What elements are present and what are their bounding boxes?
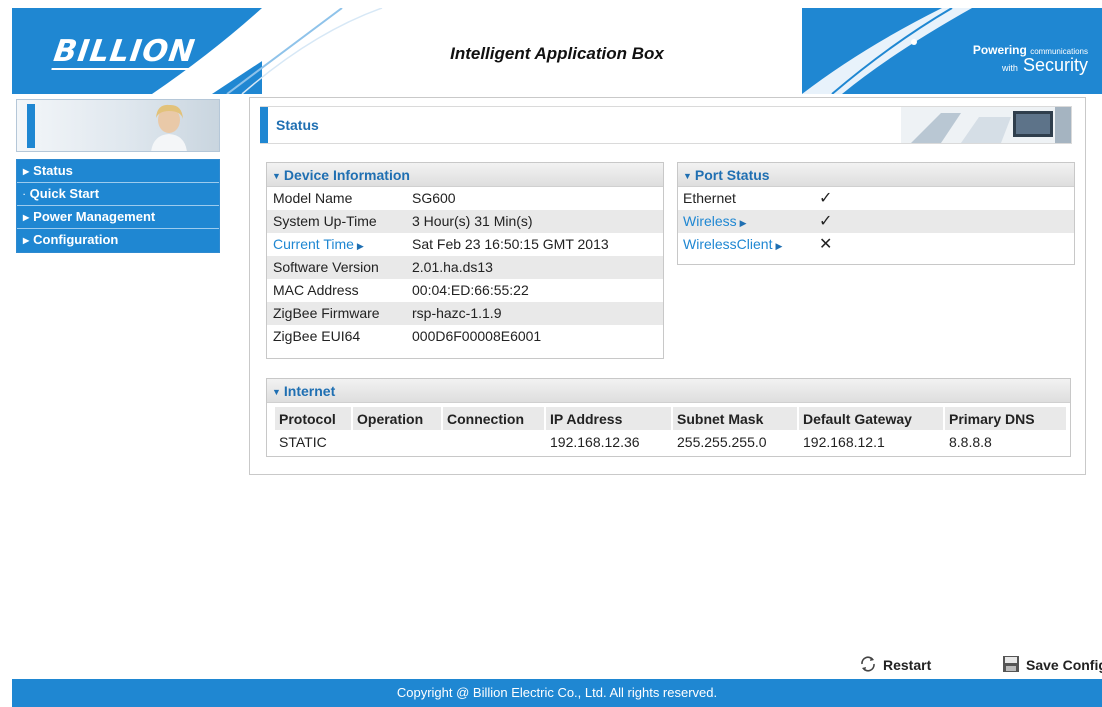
row-value: rsp-hazc-1.1.9 [412, 305, 502, 321]
column-header: Connection [443, 407, 544, 430]
header-banner: BILLION Intelligent Application Box Powe… [12, 8, 1102, 94]
tagline-security: Security [1022, 55, 1088, 75]
row-value: 2.01.ha.ds13 [412, 259, 493, 275]
footer: Copyright @ Billion Electric Co., Ltd. A… [12, 679, 1102, 707]
cross-icon: ✕ [819, 236, 833, 253]
wireless-client-link[interactable]: WirelessClient ▶ [683, 233, 782, 258]
row-label: ZigBee EUI64 [273, 328, 361, 344]
row-label: Ethernet [683, 190, 736, 206]
check-icon: ✓ [819, 190, 833, 207]
page-header: Status [260, 106, 1072, 144]
restart-button[interactable]: Restart [859, 655, 931, 673]
page-header-accent [260, 107, 268, 143]
row-value: Sat Feb 23 16:50:15 GMT 2013 [412, 236, 609, 252]
device-row-software-version: Software Version 2.01.ha.ds13 [267, 256, 663, 279]
wireless-link[interactable]: Wireless ▶ [683, 210, 747, 235]
device-information-header[interactable]: ▼ Device Information [267, 163, 663, 187]
device-row-model-name: Model Name SG600 [267, 187, 663, 210]
column-header: Operation [353, 407, 441, 430]
table-cell: 192.168.12.36 [550, 433, 640, 450]
row-label: Model Name [273, 190, 353, 206]
person-photo-icon [151, 104, 187, 151]
triangle-right-icon: ▶ [23, 236, 30, 245]
column-header: Protocol [275, 407, 351, 430]
table-cell: 8.8.8.8 [949, 433, 992, 450]
sidebar-banner-image [16, 99, 220, 152]
column-header: Default Gateway [799, 407, 943, 430]
triangle-down-icon: ▼ [683, 171, 692, 181]
triangle-right-icon: ▶ [356, 241, 364, 251]
table-cell [353, 430, 441, 453]
device-row-zigbee-eui64: ZigBee EUI64 000D6F00008E6001 [267, 325, 663, 348]
app-title: Intelligent Application Box [450, 44, 664, 63]
internet-table: Protocol Operation Connection IP Address… [273, 407, 1068, 453]
table-cell: 255.255.255.0 [677, 433, 767, 450]
sidebar-banner-accent [27, 104, 35, 148]
office-illustration-icon [901, 107, 1071, 143]
device-row-zigbee-firmware: ZigBee Firmware rsp-hazc-1.1.9 [267, 302, 663, 325]
device-information-panel: ▼ Device Information Model Name SG600 Syst… [266, 162, 664, 359]
triangle-right-icon: ▶ [23, 213, 30, 222]
nav-item-label: Power Management [33, 209, 156, 224]
nav-item-quick-start[interactable]: · Quick Start [17, 183, 219, 206]
table-cell: 192.168.12.1 [803, 433, 885, 450]
port-status-panel: ▼ Port Status Ethernet ✓ Wireless ▶ ✓ Wirele… [677, 162, 1075, 265]
nav-item-status[interactable]: ▶ Status [17, 160, 219, 183]
internet-title: Internet [283, 383, 336, 399]
save-config-label: Save Config [1026, 657, 1102, 673]
nav-item-label: Quick Start [29, 186, 100, 201]
row-label: WirelessClient [683, 236, 773, 252]
table-cell [443, 430, 544, 453]
row-label: System Up-Time [273, 213, 377, 229]
table-header-row: Protocol Operation Connection IP Address… [275, 407, 1066, 430]
port-status-header[interactable]: ▼ Port Status [678, 163, 1074, 187]
copyright-text: Copyright @ Billion Electric Co., Ltd. A… [396, 685, 718, 700]
check-icon: ✓ [819, 213, 833, 230]
page-title: Status [276, 117, 319, 133]
device-row-mac-address: MAC Address 00:04:ED:66:55:22 [267, 279, 663, 302]
row-label: MAC Address [273, 282, 359, 298]
column-header: IP Address [546, 407, 671, 430]
device-information-title: Device Information [283, 167, 410, 183]
triangle-down-icon: ▼ [272, 387, 281, 397]
internet-header[interactable]: ▼ Internet [267, 379, 1070, 403]
triangle-right-icon: ▶ [739, 218, 747, 228]
row-label: Current Time [273, 236, 354, 252]
port-status-title: Port Status [694, 167, 770, 183]
triangle-down-icon: ▼ [272, 171, 281, 181]
nav-item-power-management[interactable]: ▶ Power Management [17, 206, 219, 229]
triangle-right-icon: ▶ [775, 241, 783, 251]
row-label: Software Version [273, 259, 379, 275]
device-row-uptime: System Up-Time 3 Hour(s) 31 Min(s) [267, 210, 663, 233]
dot-icon: · [23, 190, 26, 199]
nav-item-label: Configuration [33, 232, 119, 247]
save-config-button[interactable]: Save Config [1002, 655, 1102, 673]
row-value: 000D6F00008E6001 [412, 328, 542, 344]
row-value: 00:04:ED:66:55:22 [412, 282, 529, 298]
table-cell: STATIC [279, 433, 327, 450]
triangle-right-icon: ▶ [23, 167, 30, 176]
tagline-with: with [1001, 63, 1018, 73]
port-row-wireless-client: WirelessClient ▶ ✕ [678, 233, 1074, 256]
row-value: SG600 [412, 190, 456, 206]
port-row-ethernet: Ethernet ✓ [678, 187, 1074, 210]
restart-label: Restart [883, 657, 932, 673]
nav-item-configuration[interactable]: ▶ Configuration [17, 229, 219, 252]
row-label: Wireless [683, 213, 737, 229]
row-label: ZigBee Firmware [273, 305, 380, 321]
port-row-wireless: Wireless ▶ ✓ [678, 210, 1074, 233]
current-time-link[interactable]: Current Time ▶ [273, 233, 364, 258]
left-nav: ▶ Status · Quick Start ▶ Power Management ▶… [16, 159, 220, 253]
save-disk-icon [1003, 656, 1019, 672]
nav-item-label: Status [33, 163, 73, 178]
tagline: Powering communications with Security [973, 44, 1088, 74]
row-value: 3 Hour(s) 31 Min(s) [412, 213, 533, 229]
table-row: STATIC 192.168.12.36 255.255.255.0 192.1… [275, 430, 1066, 453]
internet-panel: ▼ Internet Protocol Operation Connection … [266, 378, 1071, 457]
column-header: Subnet Mask [673, 407, 797, 430]
device-row-current-time: Current Time ▶ Sat Feb 23 16:50:15 GMT 201… [267, 233, 663, 256]
restart-icon [861, 656, 875, 672]
column-header: Primary DNS [945, 407, 1066, 430]
